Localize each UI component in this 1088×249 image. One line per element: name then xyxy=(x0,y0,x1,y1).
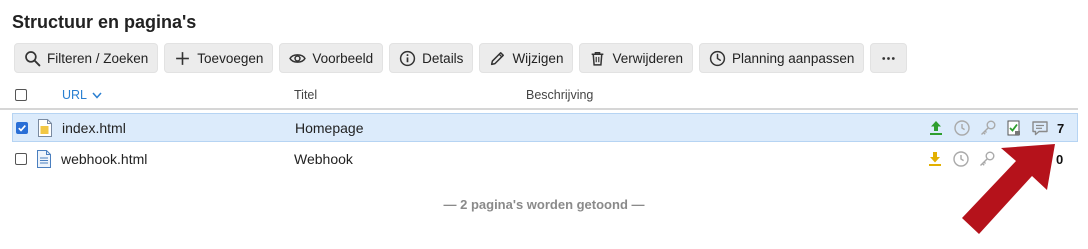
checkmark-icon xyxy=(18,125,26,132)
trash-icon xyxy=(592,51,604,66)
checklist-icon[interactable] xyxy=(1005,119,1023,137)
row-title: Webhook xyxy=(294,151,353,167)
eye-icon xyxy=(289,53,307,63)
comment-icon[interactable] xyxy=(1031,119,1049,137)
table-row[interactable]: webhook.html Webhook 0 xyxy=(12,145,1078,174)
edit-label: Wijzigen xyxy=(512,50,564,66)
comment-count: 7 xyxy=(1057,121,1065,136)
upload-icon[interactable] xyxy=(927,119,945,137)
add-button[interactable]: Toevoegen xyxy=(164,43,274,73)
column-header-description[interactable]: Beschrijving xyxy=(526,88,593,102)
row-checkbox[interactable] xyxy=(16,122,28,134)
info-icon xyxy=(400,50,416,66)
row-title: Homepage xyxy=(295,120,364,136)
row-checkbox[interactable] xyxy=(15,153,27,165)
more-icon xyxy=(882,56,896,60)
add-label: Toevoegen xyxy=(197,50,264,66)
delete-label: Verwijderen xyxy=(612,50,683,66)
file-icon xyxy=(37,150,51,168)
delete-button[interactable]: Verwijderen xyxy=(579,43,693,73)
row-url[interactable]: index.html xyxy=(62,120,126,136)
homepage-file-icon xyxy=(38,119,52,137)
preview-label: Voorbeeld xyxy=(312,50,374,66)
toolbar: Filteren / Zoeken Toevoegen Voorbeeld De… xyxy=(14,43,908,73)
annotation-arrow-icon xyxy=(962,144,1055,234)
filter-search-label: Filteren / Zoeken xyxy=(47,50,149,66)
clock-icon xyxy=(709,50,726,66)
plus-icon xyxy=(176,51,190,65)
table-row[interactable]: index.html Homepage 7 xyxy=(12,113,1078,142)
pages-shown-summary: — 2 pagina's worden getoond — xyxy=(443,197,645,212)
details-button[interactable]: Details xyxy=(389,43,474,73)
row-url[interactable]: webhook.html xyxy=(61,151,147,167)
details-label: Details xyxy=(422,50,464,66)
sort-descending-icon xyxy=(92,92,102,99)
preview-button[interactable]: Voorbeeld xyxy=(279,43,384,73)
filter-search-button[interactable]: Filteren / Zoeken xyxy=(14,43,159,73)
column-header-url[interactable]: URL xyxy=(62,88,103,102)
pencil-icon xyxy=(491,51,505,65)
column-header-title[interactable]: Titel xyxy=(294,88,317,102)
key-icon[interactable] xyxy=(979,119,997,137)
search-icon xyxy=(25,50,41,66)
table-header: URL Titel Beschrijving xyxy=(0,84,1078,110)
column-header-url-label: URL xyxy=(62,88,88,102)
more-button[interactable] xyxy=(870,43,908,73)
select-all-checkbox[interactable] xyxy=(15,89,27,101)
clock-icon[interactable] xyxy=(953,119,971,137)
schedule-label: Planning aanpassen xyxy=(732,50,855,66)
schedule-button[interactable]: Planning aanpassen xyxy=(699,43,865,73)
page-title: Structuur en pagina's xyxy=(12,12,197,32)
download-icon[interactable] xyxy=(926,150,944,168)
edit-button[interactable]: Wijzigen xyxy=(479,43,574,73)
